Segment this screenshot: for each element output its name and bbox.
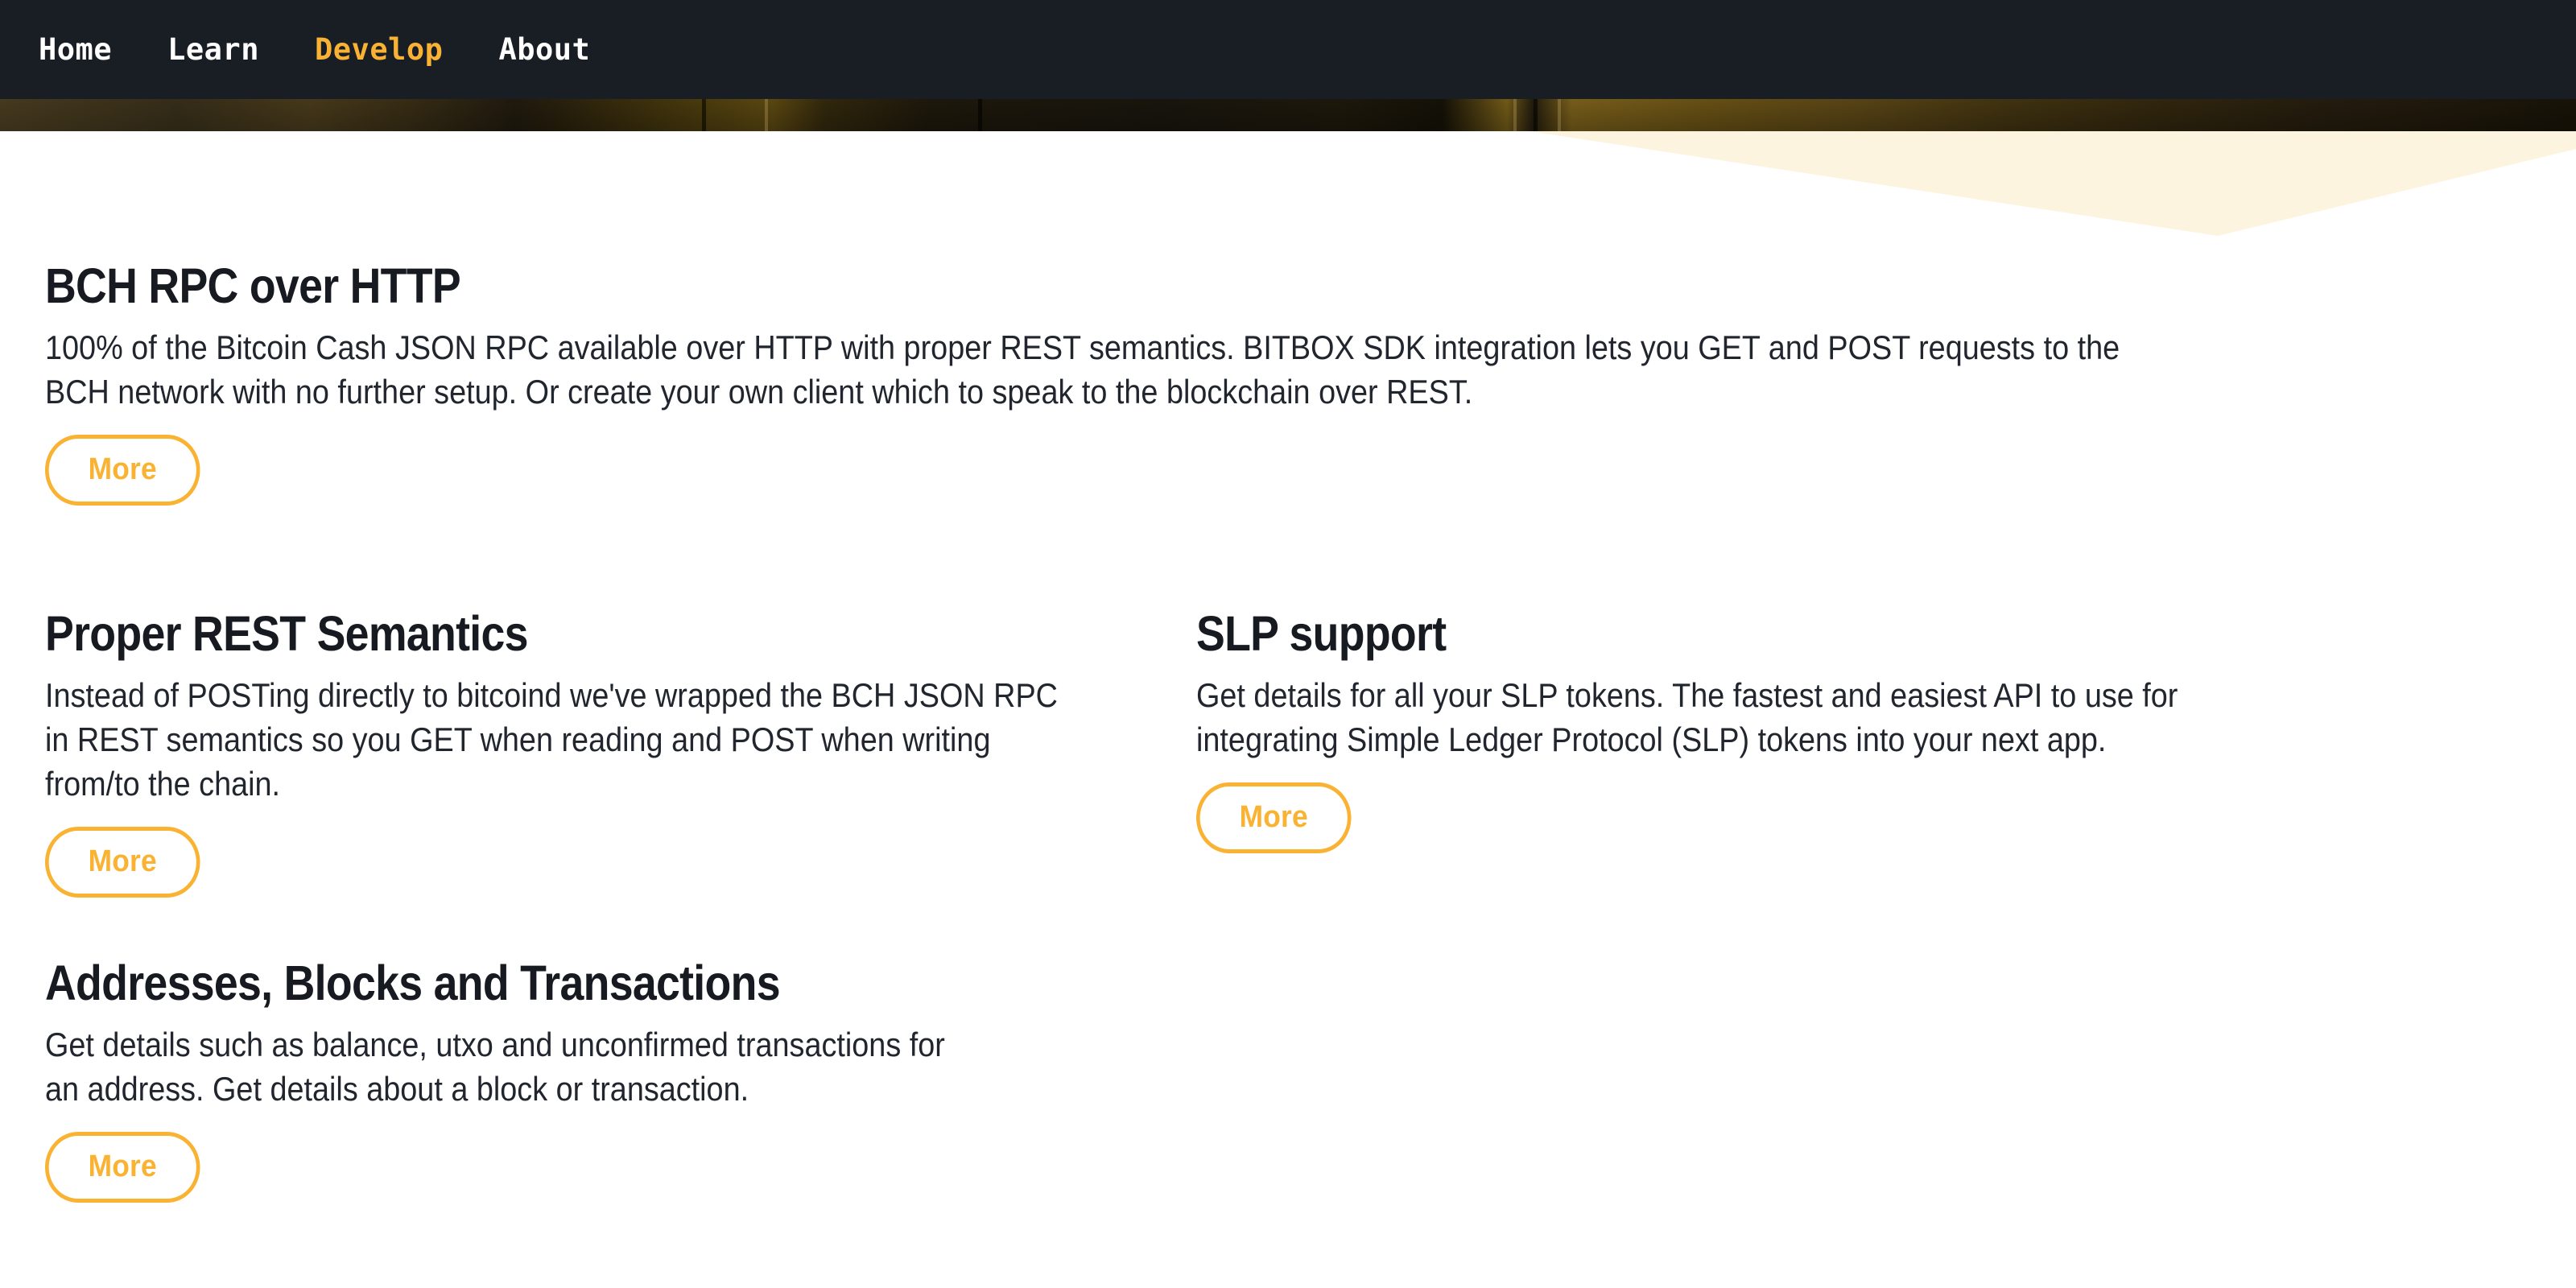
hero-photo [0, 99, 2576, 131]
hero-image-strip [0, 99, 2576, 131]
more-button-addresses-blocks-transactions[interactable]: More [45, 1131, 200, 1203]
more-button-proper-rest-semantics[interactable]: More [45, 826, 200, 898]
section-button-wrap: More [45, 434, 2380, 506]
page-root: Home Learn Develop About BCH RPC over HT… [0, 0, 2576, 1288]
nav-item-develop[interactable]: Develop [315, 35, 470, 64]
section-heading: Addresses, Blocks and Transactions [45, 956, 781, 1010]
section-body: 100% of the Bitcoin Cash JSON RPC availa… [45, 328, 2120, 411]
hero-edge-line-3 [978, 99, 982, 131]
section-body: Get details such as balance, utxo and un… [45, 1025, 945, 1108]
hero-edge-line-1 [702, 99, 706, 131]
nav-item-learn[interactable]: Learn [167, 35, 287, 64]
section-heading-wrap: BCH RPC over HTTP [45, 260, 2380, 312]
section-heading: Proper REST Semantics [45, 606, 528, 661]
section-heading-wrap: Proper REST Semantics [45, 608, 1156, 660]
section-addresses-blocks-transactions: Addresses, Blocks and Transactions Get d… [45, 957, 1156, 1203]
hero-edge-line-5 [1534, 99, 1538, 131]
nav-item-home[interactable]: Home [39, 35, 139, 64]
section-proper-rest-semantics: Proper REST Semantics Instead of POSTing… [45, 608, 1156, 898]
hero-edge-line-2 [765, 99, 768, 131]
section-button-wrap: More [45, 1131, 1156, 1203]
section-heading-wrap: SLP support [1196, 608, 2323, 660]
hero-edge-line-4 [1513, 99, 1517, 131]
top-navigation-bar: Home Learn Develop About [0, 0, 2576, 99]
hero-edge-line-6 [1558, 99, 1561, 131]
section-heading-wrap: Addresses, Blocks and Transactions [45, 957, 1156, 1009]
section-body: Get details for all your SLP tokens. The… [1196, 675, 2178, 758]
section-heading: BCH RPC over HTTP [45, 258, 461, 313]
section-bch-rpc-over-http: BCH RPC over HTTP 100% of the Bitcoin Ca… [45, 260, 2380, 506]
section-button-wrap: More [1196, 782, 2323, 853]
more-button-bch-rpc[interactable]: More [45, 434, 200, 506]
section-body: Instead of POSTing directly to bitcoind … [45, 675, 1058, 803]
nav-item-about[interactable]: About [498, 35, 617, 64]
section-slp-support: SLP support Get details for all your SLP… [1196, 608, 2323, 853]
more-button-slp-support[interactable]: More [1196, 782, 1352, 853]
cream-wedge-decoration [1530, 131, 2576, 236]
section-button-wrap: More [45, 826, 1156, 898]
nav-list: Home Learn Develop About [39, 35, 617, 64]
section-heading: SLP support [1196, 606, 1447, 661]
